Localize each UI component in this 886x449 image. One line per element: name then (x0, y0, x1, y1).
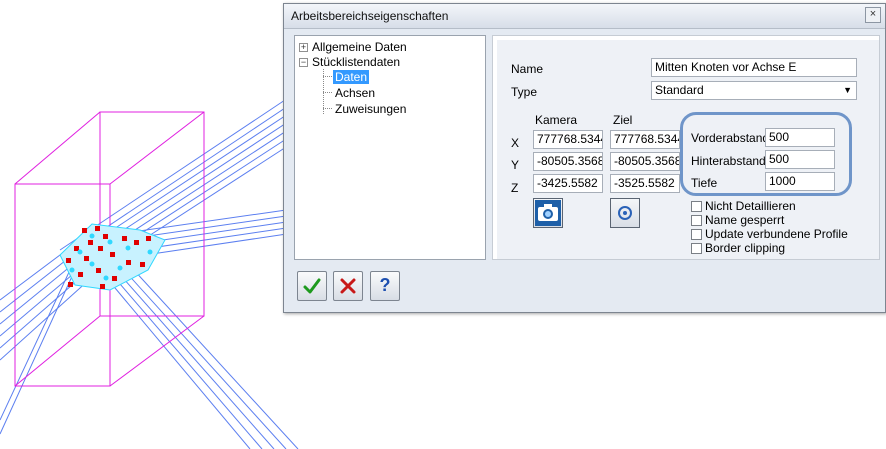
dropdown-arrow-icon: ▼ (843, 85, 852, 95)
target-button[interactable] (610, 198, 640, 228)
checkbox-label: Name gesperrt (705, 213, 785, 227)
name-field[interactable]: Mitten Knoten vor Achse E (651, 58, 857, 77)
back-distance-label: Hinterabstand (691, 154, 766, 168)
depth-label: Tiefe (691, 176, 718, 190)
checkbox-box[interactable] (691, 229, 702, 240)
camera-y-field[interactable]: -80505.3568 (533, 152, 603, 171)
content-panel: Name Mitten Knoten vor Achse E Type Stan… (492, 35, 880, 260)
camera-x-field[interactable]: 777768.5344 (533, 130, 603, 149)
close-icon: × (869, 8, 877, 20)
tree-connector (323, 108, 332, 109)
x-axis-label: X (511, 136, 520, 150)
cancel-button[interactable] (333, 271, 363, 301)
wireframe-beams (0, 89, 301, 449)
dialog-titlebar[interactable]: Arbeitsbereichseigenschaften × (284, 4, 885, 29)
checkbox-label: Update verbundene Profile (705, 227, 848, 241)
target-header: Ziel (613, 113, 633, 127)
tree-item-stuecklistendaten[interactable]: Stücklistendaten (312, 55, 400, 70)
tree-connector (323, 92, 332, 93)
camera-button[interactable] (533, 198, 563, 228)
tree-item-label: Stücklistendaten (312, 55, 401, 69)
ok-button[interactable] (297, 271, 327, 301)
tree-connector (323, 76, 332, 77)
front-distance-field[interactable]: 500 (765, 128, 835, 147)
checkbox-box[interactable] (691, 215, 702, 226)
tree-item-label: Achsen (335, 86, 376, 100)
tree-item-label: Allgemeine Daten (312, 40, 407, 54)
target-x-field[interactable]: 777768.5344 (610, 130, 680, 149)
type-label: Type (511, 85, 538, 99)
properties-form: Name Mitten Knoten vor Achse E Type Stan… (497, 40, 879, 259)
front-distance-label: Vorderabstand (691, 131, 770, 145)
navigation-tree: + Allgemeine Daten − Stücklistendaten Da… (294, 35, 486, 260)
target-icon (618, 206, 632, 220)
name-label: Name (511, 62, 544, 76)
target-z-field[interactable]: -3525.5582 (610, 174, 680, 193)
target-y-field[interactable]: -80505.3568 (610, 152, 680, 171)
checkbox-label: Nicht Detaillieren (705, 199, 796, 213)
collapse-icon[interactable]: − (299, 58, 308, 67)
y-axis-label: Y (511, 158, 520, 172)
properties-dialog: Arbeitsbereichseigenschaften × + Allgeme… (283, 3, 886, 313)
z-axis-label: Z (511, 181, 519, 195)
camera-header: Kamera (535, 113, 578, 127)
back-distance-field[interactable]: 500 (765, 150, 835, 169)
tree-item-achsen[interactable]: Achsen (335, 86, 375, 101)
close-button[interactable]: × (865, 7, 881, 23)
camera-z-field[interactable]: -3425.5582 (533, 174, 603, 193)
expand-icon[interactable]: + (299, 43, 308, 52)
tree-item-zuweisungen[interactable]: Zuweisungen (335, 102, 406, 117)
cancel-x-icon (340, 278, 356, 294)
tree-item-label: Daten (333, 70, 370, 84)
checkbox-label: Border clipping (705, 241, 786, 255)
tree-item-label: Zuweisungen (335, 102, 407, 116)
depth-field[interactable]: 1000 (765, 172, 835, 191)
checkbox-box[interactable] (691, 201, 702, 212)
help-icon: ? (379, 275, 391, 295)
type-select[interactable]: Standard ▼ (651, 81, 857, 100)
camera-icon (535, 200, 561, 226)
dialog-title: Arbeitsbereichseigenschaften (291, 9, 449, 23)
checkbox-box[interactable] (691, 243, 702, 254)
type-select-value: Standard (655, 83, 704, 97)
help-button[interactable]: ? (370, 271, 400, 301)
tree-item-allgemeine-daten[interactable]: Allgemeine Daten (312, 40, 407, 55)
tree-item-daten[interactable]: Daten (333, 70, 370, 85)
checkmark-icon (303, 278, 321, 294)
